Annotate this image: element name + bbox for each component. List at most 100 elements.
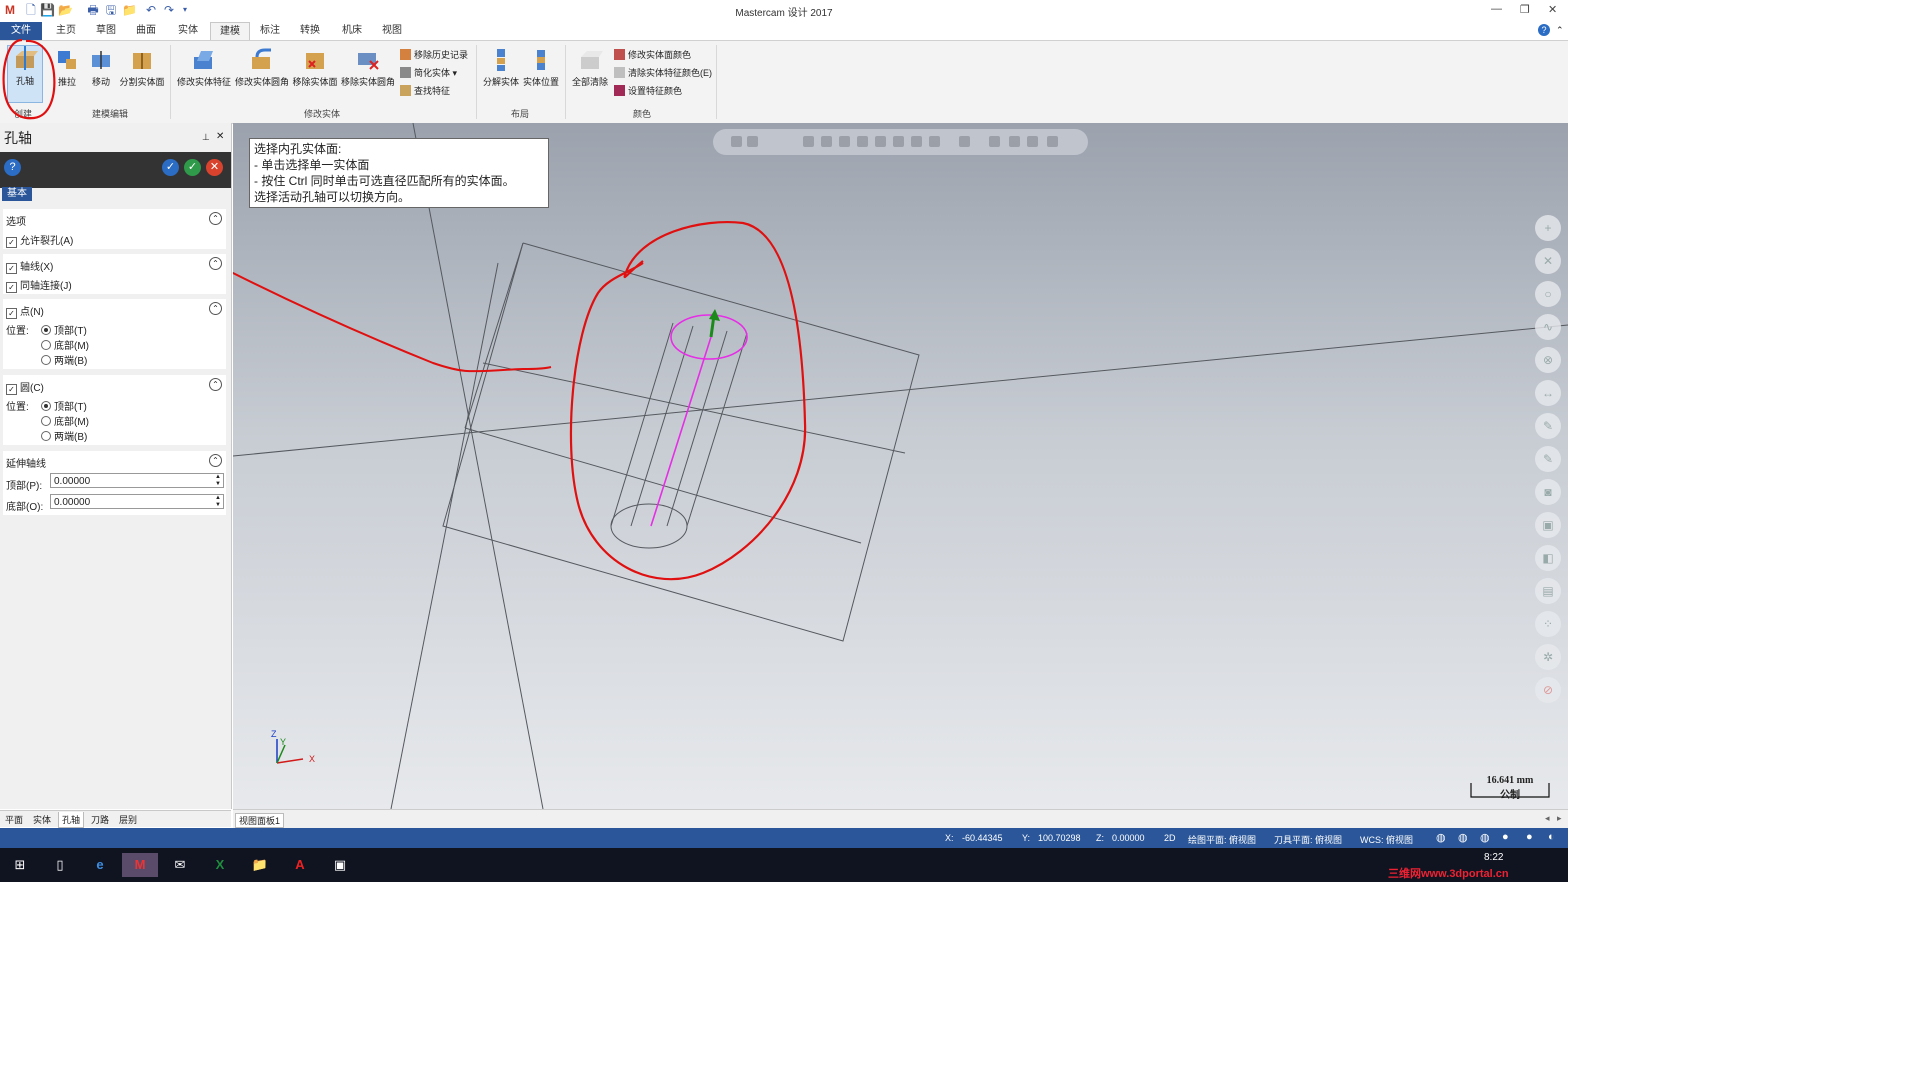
graphics-viewport[interactable]: Z Y X 选择内孔实体面: - 单击选择单一实体面 - 按住 Ctrl 同时单… (233, 123, 1568, 809)
allow-split-checkbox[interactable]: ✓ 允许裂孔(A) (6, 232, 73, 248)
loop-select-icon[interactable] (929, 136, 940, 147)
modify-solid-fillet-button[interactable]: 修改实体圆角 (234, 47, 290, 88)
collapse-icon[interactable]: ⌃ (209, 454, 222, 467)
ok-new-button[interactable]: ✓ (162, 159, 179, 176)
collapse-icon[interactable]: ⌃ (209, 378, 222, 391)
target-icon[interactable]: ⊗ (1535, 347, 1561, 373)
gear-icon[interactable] (803, 136, 814, 147)
circle-icon[interactable]: ○ (1535, 281, 1561, 307)
tab-toolpaths[interactable]: 刀路 (88, 812, 112, 827)
rotate-icon[interactable] (1027, 136, 1038, 147)
ok-button[interactable]: ✓ (184, 159, 201, 176)
globe-icon[interactable]: ◍ (1436, 831, 1446, 844)
body-select-icon[interactable] (911, 136, 922, 147)
file-explorer-icon[interactable]: 📁 (248, 853, 272, 877)
cross-icon[interactable]: ✕ (1535, 248, 1561, 274)
help-icon[interactable]: ? (1538, 24, 1550, 36)
top-extend-input[interactable]: 0.00000 ▲ ▼ (50, 473, 224, 488)
tab-model[interactable]: 建模 (210, 22, 250, 41)
app-icon[interactable]: ▣ (328, 853, 352, 877)
point-both-radio[interactable]: 两端(B) (41, 352, 87, 367)
document-icon[interactable]: ▤ (1535, 578, 1561, 604)
modify-face-color-button[interactable]: 修改实体面颜色 (614, 48, 691, 61)
task-view-icon[interactable]: ▯ (48, 853, 72, 877)
tab-viewsheet-1[interactable]: 视图面板1 (235, 813, 285, 828)
filter-icon[interactable] (839, 136, 850, 147)
simplify-solid-button[interactable]: 简化实体 ▾ (400, 66, 457, 79)
clear-feature-color-button[interactable]: 清除实体特征颜色(E) (614, 66, 712, 79)
tab-machine[interactable]: 机床 (334, 22, 370, 40)
collapse-icon[interactable]: ⌃ (209, 212, 222, 225)
measure-icon[interactable]: ↔ (1535, 380, 1561, 406)
select-mode-icon[interactable] (747, 136, 758, 147)
camera-icon[interactable]: ◙ (1535, 479, 1561, 505)
clear-all-button[interactable]: 全部清除 (570, 47, 610, 88)
remove-solid-fillet-button[interactable]: 移除实体圆角 (340, 47, 396, 88)
pdf-reader-icon[interactable]: A (288, 853, 312, 877)
shading-icon[interactable]: ● (1502, 831, 1509, 843)
globe-icon[interactable]: ◍ (1458, 831, 1468, 844)
reset-icon[interactable] (1047, 136, 1058, 147)
circle-bottom-radio[interactable]: 底部(M) (41, 413, 89, 428)
tab-surface[interactable]: 曲面 (128, 22, 164, 40)
cube-icon[interactable]: ▣ (1535, 512, 1561, 538)
point-checkbox[interactable]: ✓ 点(N) (6, 303, 44, 319)
modify-solid-feature-button[interactable]: 修改实体特征 (176, 47, 232, 88)
scroll-left-icon[interactable]: ◂ (1545, 813, 1550, 824)
window-select-icon[interactable] (959, 136, 970, 147)
remove-history-button[interactable]: 移除历史记录 (400, 48, 468, 61)
set-feature-color-button[interactable]: 设置特征颜色 (614, 84, 682, 97)
pencil-icon[interactable]: ✎ (1535, 446, 1561, 472)
tab-hole-axis[interactable]: 孔轴 (58, 812, 85, 828)
excel-icon[interactable]: X (208, 853, 232, 877)
globe-icon[interactable]: ◍ (1480, 831, 1490, 844)
collapse-icon[interactable]: ⌃ (209, 302, 222, 315)
axis-line-checkbox[interactable]: ✓ 轴线(X) (6, 258, 53, 274)
tab-transform[interactable]: 转换 (292, 22, 328, 40)
shading-icon[interactable]: ◐ (1548, 831, 1555, 843)
windows-start-icon[interactable]: ⊞ (8, 853, 32, 877)
restore-icon[interactable]: ❐ (1520, 3, 1530, 16)
remove-solid-face-button[interactable]: 移除实体面 (292, 47, 338, 88)
pointer-icon[interactable] (821, 136, 832, 147)
collapse-icon[interactable]: ⌃ (209, 257, 222, 270)
tab-planes[interactable]: 平面 (2, 812, 26, 827)
face-select-icon[interactable] (893, 136, 904, 147)
tab-annotate[interactable]: 标注 (252, 22, 288, 40)
cancel-button[interactable]: ✕ (206, 159, 223, 176)
chain-icon[interactable] (1009, 136, 1020, 147)
spinner-icon[interactable]: ▲ ▼ (215, 495, 221, 509)
help-button[interactable]: ? (4, 159, 21, 176)
scroll-right-icon[interactable]: ▸ (1557, 813, 1562, 824)
panel-close-icon[interactable]: ✕ (216, 131, 224, 142)
curve-icon[interactable]: ∿ (1535, 314, 1561, 340)
minimize-icon[interactable]: — (1491, 3, 1502, 15)
coaxial-checkbox[interactable]: ✓ 同轴连接(J) (6, 277, 72, 293)
tab-solids[interactable]: 实体 (30, 812, 54, 827)
spinner-icon[interactable]: ▲ ▼ (215, 474, 221, 488)
tab-basic[interactable]: 基本 (2, 187, 32, 201)
bottom-extend-input[interactable]: 0.00000 ▲ ▼ (50, 494, 224, 509)
construction-plane[interactable]: 绘图平面: 俯视图 (1188, 833, 1256, 846)
solid-position-button[interactable]: 实体位置 (522, 47, 560, 88)
circle-top-radio[interactable]: 顶部(T) (41, 398, 87, 413)
mastercam-taskbar-icon[interactable]: M (122, 853, 158, 877)
point-top-radio[interactable]: 顶部(T) (41, 322, 87, 337)
circle-checkbox[interactable]: ✓ 圆(C) (6, 379, 44, 395)
find-feature-button[interactable]: 查找特征 (400, 84, 450, 97)
zoom-in-icon[interactable]: + (1535, 215, 1561, 241)
tab-solid[interactable]: 实体 (170, 22, 206, 40)
edge-browser-icon[interactable]: e (88, 853, 112, 877)
filter-icon[interactable] (857, 136, 868, 147)
settings-icon[interactable]: ✲ (1535, 644, 1561, 670)
tab-levels[interactable]: 层别 (116, 812, 140, 827)
point-bottom-radio[interactable]: 底部(M) (41, 337, 89, 352)
tool-plane[interactable]: 刀具平面: 俯视图 (1274, 833, 1342, 846)
shading-icon[interactable]: ● (1526, 831, 1533, 843)
disassemble-solid-button[interactable]: 分解实体 (482, 47, 520, 88)
tab-view[interactable]: 视图 (374, 22, 410, 40)
collapse-ribbon-icon[interactable]: ⌃ (1556, 25, 1564, 36)
wcs[interactable]: WCS: 俯视图 (1360, 833, 1413, 846)
move-button[interactable]: 移动 (86, 47, 116, 88)
split-solid-face-button[interactable]: 分割实体面 (118, 47, 166, 88)
